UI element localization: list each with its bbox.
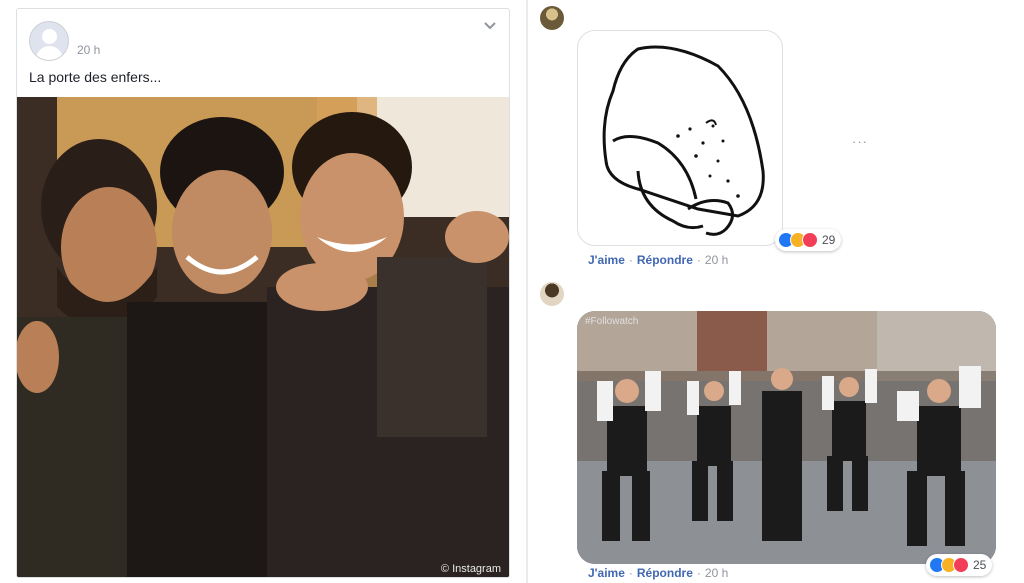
post-header: 20 h bbox=[17, 9, 509, 67]
post-photo[interactable]: © Instagram bbox=[17, 97, 509, 577]
comment-timestamp[interactable]: 20 h bbox=[705, 253, 728, 267]
separator-dot: · bbox=[628, 253, 633, 267]
sticker-illustration bbox=[602, 45, 765, 236]
gif-watermark: #Followatch bbox=[585, 316, 639, 327]
like-link[interactable]: J'aime bbox=[588, 253, 625, 267]
photo-credit: © Instagram bbox=[440, 563, 501, 575]
separator-dot: · bbox=[628, 566, 633, 580]
photo-illustration bbox=[17, 97, 509, 577]
reply-link[interactable]: Répondre bbox=[637, 566, 693, 580]
chevron-down-icon[interactable] bbox=[483, 21, 497, 31]
gif-illustration bbox=[577, 311, 996, 564]
commenter-avatar[interactable] bbox=[540, 282, 564, 306]
avatar-body-shape bbox=[36, 46, 63, 60]
reaction-count: 25 bbox=[973, 558, 987, 572]
comment-actions: J'aime · Répondre · 20 h bbox=[588, 253, 728, 267]
post-text: La porte des enfers... bbox=[29, 69, 162, 85]
comment-options-button[interactable]: ··· bbox=[852, 134, 868, 149]
gif-attachment[interactable]: #Followatch bbox=[577, 311, 996, 564]
reaction-count: 29 bbox=[822, 233, 836, 247]
reaction-summary[interactable]: 25 bbox=[926, 554, 993, 576]
reaction-summary[interactable]: 29 bbox=[775, 229, 842, 251]
author-avatar[interactable] bbox=[29, 21, 69, 61]
love-reaction-icon bbox=[802, 232, 818, 248]
facebook-screenshot-composite: 20 h La porte des enfers... © Instagram … bbox=[0, 0, 1024, 583]
commenter-avatar[interactable] bbox=[540, 6, 564, 30]
love-reaction-icon bbox=[953, 557, 969, 573]
post-timestamp[interactable]: 20 h bbox=[77, 43, 100, 57]
reply-link[interactable]: Répondre bbox=[637, 253, 693, 267]
separator-dot: · bbox=[696, 566, 701, 580]
post-card: 20 h La porte des enfers... © Instagram bbox=[16, 8, 510, 578]
comment-timestamp[interactable]: 20 h bbox=[705, 566, 728, 580]
comment-actions: J'aime · Répondre · 20 h bbox=[588, 566, 728, 580]
sticker-attachment[interactable] bbox=[577, 30, 783, 246]
like-link[interactable]: J'aime bbox=[588, 566, 625, 580]
panel-divider bbox=[526, 0, 528, 583]
separator-dot: · bbox=[696, 253, 701, 267]
avatar-head-shape bbox=[42, 29, 57, 44]
